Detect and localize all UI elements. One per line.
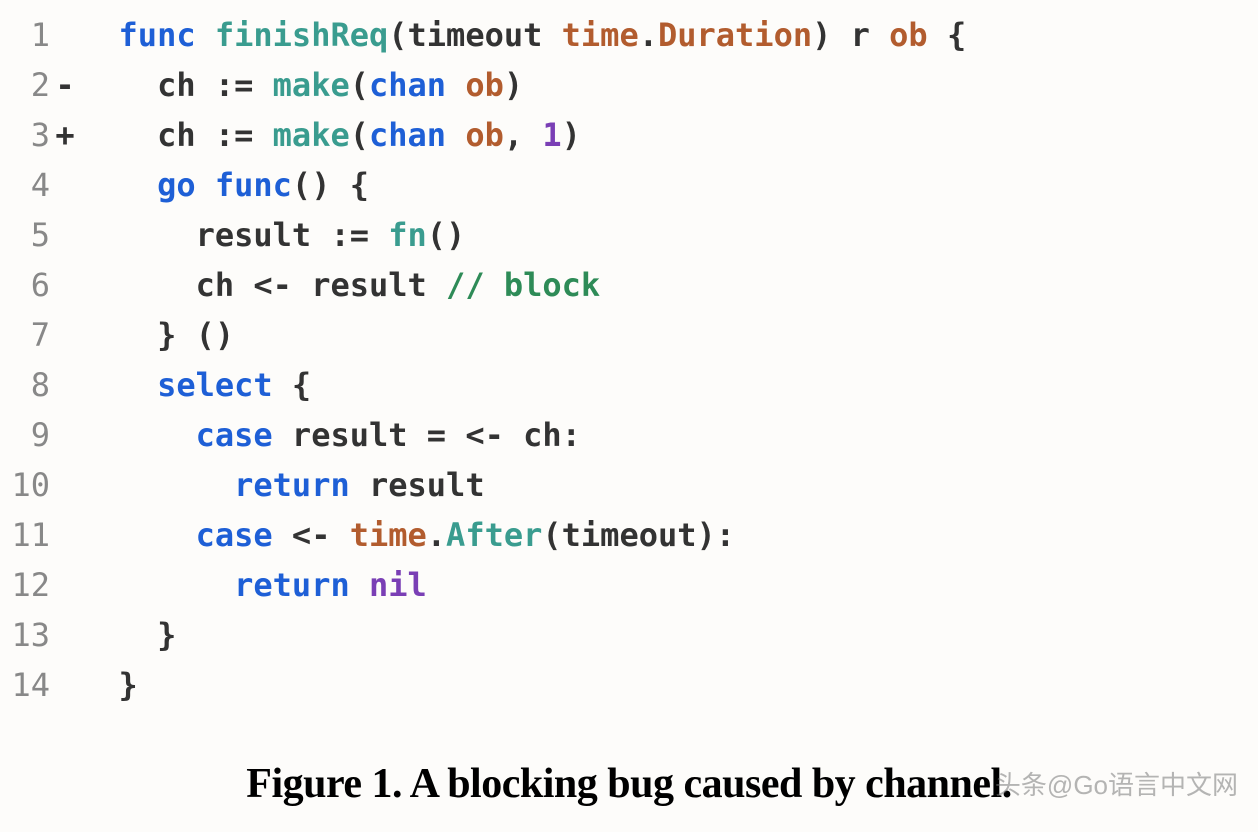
code-content: result := fn() [80,210,465,260]
diff-marker: + [50,110,80,160]
code-block: 1 func finishReq(timeout time.Duration) … [0,0,1258,710]
code-line: 5 result := fn() [0,210,1258,260]
code-content: ch := make(chan ob, 1) [80,110,581,160]
code-content: return nil [80,560,427,610]
code-content: return result [80,460,485,510]
code-content: } [80,660,138,710]
code-content: } () [80,310,234,360]
code-line: 6 ch <- result // block [0,260,1258,310]
code-line: 11 case <- time.After(timeout): [0,510,1258,560]
code-line: 10 return result [0,460,1258,510]
line-number: 2 [0,60,50,110]
code-line: 12 return nil [0,560,1258,610]
line-number: 7 [0,310,50,360]
figure-caption: Figure 1. A blocking bug caused by chann… [0,760,1258,808]
line-number: 11 [0,510,50,560]
code-content: ch <- result // block [80,260,600,310]
code-content: go func() { [80,160,369,210]
line-number: 13 [0,610,50,660]
line-number: 12 [0,560,50,610]
code-content: ch := make(chan ob) [80,60,523,110]
code-line: 3+ ch := make(chan ob, 1) [0,110,1258,160]
code-line: 8 select { [0,360,1258,410]
line-number: 6 [0,260,50,310]
line-number: 4 [0,160,50,210]
code-line: 7 } () [0,310,1258,360]
diff-marker: - [50,60,80,110]
code-content: case <- time.After(timeout): [80,510,735,560]
code-line: 9 case result = <- ch: [0,410,1258,460]
line-number: 9 [0,410,50,460]
line-number: 14 [0,660,50,710]
line-number: 8 [0,360,50,410]
line-number: 10 [0,460,50,510]
line-number: 3 [0,110,50,160]
code-content: } [80,610,176,660]
code-line: 1 func finishReq(timeout time.Duration) … [0,10,1258,60]
code-content: case result = <- ch: [80,410,581,460]
code-content: func finishReq(timeout time.Duration) r … [80,10,966,60]
code-line: 14 } [0,660,1258,710]
code-line: 13 } [0,610,1258,660]
line-number: 1 [0,10,50,60]
line-number: 5 [0,210,50,260]
code-content: select { [80,360,311,410]
code-line: 4 go func() { [0,160,1258,210]
code-line: 2- ch := make(chan ob) [0,60,1258,110]
